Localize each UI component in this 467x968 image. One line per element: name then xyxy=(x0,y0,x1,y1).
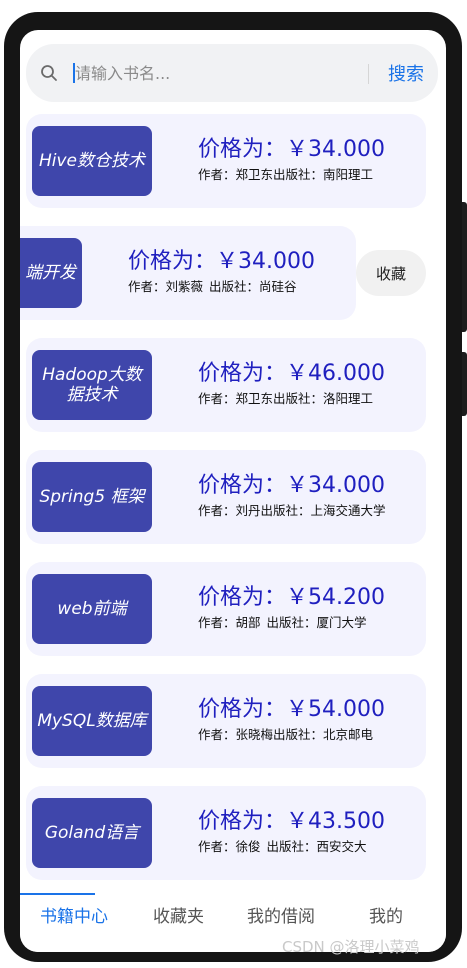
author-label: 作者： xyxy=(198,839,236,854)
book-price: 价格为：￥34.000 xyxy=(198,137,385,162)
book-card[interactable]: Hive数仓技术 价格为：￥34.000 作者：郑卫东出版社：南阳理工 xyxy=(26,114,426,208)
tab-book-center[interactable]: 书籍中心 xyxy=(40,902,108,927)
publisher-name: 西安交大 xyxy=(316,839,367,854)
author-name: 胡部 xyxy=(235,615,261,630)
book-price: 价格为：￥34.000 xyxy=(198,473,385,498)
book-price: 价格为：￥54.000 xyxy=(198,697,385,722)
book-cover: Hive数仓技术 xyxy=(32,126,152,196)
book-price: 价格为：￥34.000 xyxy=(128,249,315,274)
book-meta: 作者：刘丹出版社：上海交通大学 xyxy=(198,502,386,520)
book-cover-title: Hadoop大数据技术 xyxy=(42,365,142,405)
book-card[interactable]: web前端 价格为：￥54.200 作者：胡部 出版社：厦门大学 xyxy=(26,562,426,656)
book-cover: Goland语言 xyxy=(32,798,152,868)
author-label: 作者： xyxy=(128,279,166,294)
book-meta: 作者：张晓梅出版社：北京邮电 xyxy=(198,726,373,744)
book-price: 价格为：￥54.200 xyxy=(198,585,385,610)
book-cover-title: Goland语言 xyxy=(44,823,140,843)
publisher-label: 出版社： xyxy=(266,839,317,854)
active-tab-indicator xyxy=(20,893,95,895)
book-cover-title: MySQL数据库 xyxy=(37,711,147,731)
publisher-label: 出版社： xyxy=(273,727,324,742)
csdn-watermark: CSDN @洛理小菜鸡 xyxy=(282,938,420,956)
book-cover: web前端 xyxy=(32,574,152,644)
book-meta: 作者：刘紫薇 出版社：尚硅谷 xyxy=(128,278,297,296)
book-cover: Hadoop大数据技术 xyxy=(32,350,152,420)
book-meta: 作者：郑卫东出版社：南阳理工 xyxy=(198,166,373,184)
book-cover: Spring5 框架 xyxy=(32,462,152,532)
publisher-name: 上海交通大学 xyxy=(310,503,386,518)
author-name: 刘丹 xyxy=(235,503,261,518)
book-list[interactable]: Hive数仓技术 价格为：￥34.000 作者：郑卫东出版社：南阳理工 端开发 … xyxy=(20,30,446,882)
favorite-button[interactable]: 收藏 xyxy=(356,250,426,296)
tab-favorites[interactable]: 收藏夹 xyxy=(153,902,204,927)
publisher-label: 出版社： xyxy=(273,167,324,182)
book-meta: 作者：郑卫东出版社：洛阳理工 xyxy=(198,390,373,408)
author-label: 作者： xyxy=(198,391,236,406)
author-label: 作者： xyxy=(198,615,236,630)
publisher-name: 洛阳理工 xyxy=(323,391,374,406)
publisher-label: 出版社： xyxy=(266,615,317,630)
book-price: 价格为：￥46.000 xyxy=(198,361,385,386)
publisher-name: 南阳理工 xyxy=(323,167,374,182)
publisher-name: 尚硅谷 xyxy=(259,279,297,294)
publisher-label: 出版社： xyxy=(260,503,311,518)
power-button xyxy=(462,352,467,416)
book-card[interactable]: MySQL数据库 价格为：￥54.000 作者：张晓梅出版社：北京邮电 xyxy=(26,674,426,768)
volume-button xyxy=(462,202,467,332)
author-name: 郑卫东 xyxy=(235,167,274,182)
book-card[interactable]: Goland语言 价格为：￥43.500 作者：徐俊 出版社：西安交大 xyxy=(26,786,426,880)
book-price: 价格为：￥43.500 xyxy=(198,809,385,834)
publisher-label: 出版社： xyxy=(273,391,324,406)
book-cover-title: 端开发 xyxy=(25,263,76,283)
author-name: 刘紫薇 xyxy=(165,279,204,294)
author-label: 作者： xyxy=(198,727,236,742)
book-card[interactable]: Hadoop大数据技术 价格为：￥46.000 作者：郑卫东出版社：洛阳理工 xyxy=(26,338,426,432)
author-label: 作者： xyxy=(198,503,236,518)
book-cover-title: web前端 xyxy=(57,599,127,619)
author-name: 徐俊 xyxy=(235,839,261,854)
publisher-name: 厦门大学 xyxy=(316,615,367,630)
tab-mine[interactable]: 我的 xyxy=(369,902,403,927)
author-label: 作者： xyxy=(198,167,236,182)
publisher-name: 北京邮电 xyxy=(323,727,374,742)
tab-my-borrowing[interactable]: 我的借阅 xyxy=(247,902,315,927)
book-cover-title: Spring5 框架 xyxy=(39,487,145,507)
author-name: 张晓梅 xyxy=(235,727,274,742)
book-cover: 端开发 xyxy=(20,238,82,308)
book-meta: 作者：徐俊 出版社：西安交大 xyxy=(198,838,367,856)
author-name: 郑卫东 xyxy=(235,391,274,406)
book-card-swiped[interactable]: 端开发 价格为：￥34.000 作者：刘紫薇 出版社：尚硅谷 xyxy=(20,226,356,320)
book-cover: MySQL数据库 xyxy=(32,686,152,756)
book-card[interactable]: Spring5 框架 价格为：￥34.000 作者：刘丹出版社：上海交通大学 xyxy=(26,450,426,544)
book-cover-title: Hive数仓技术 xyxy=(38,151,146,171)
app-screen: 搜索 Hive数仓技术 价格为：￥34.000 作者：郑卫东出版社：南阳理工 端… xyxy=(20,30,446,952)
book-meta: 作者：胡部 出版社：厦门大学 xyxy=(198,614,367,632)
publisher-label: 出版社： xyxy=(209,279,260,294)
